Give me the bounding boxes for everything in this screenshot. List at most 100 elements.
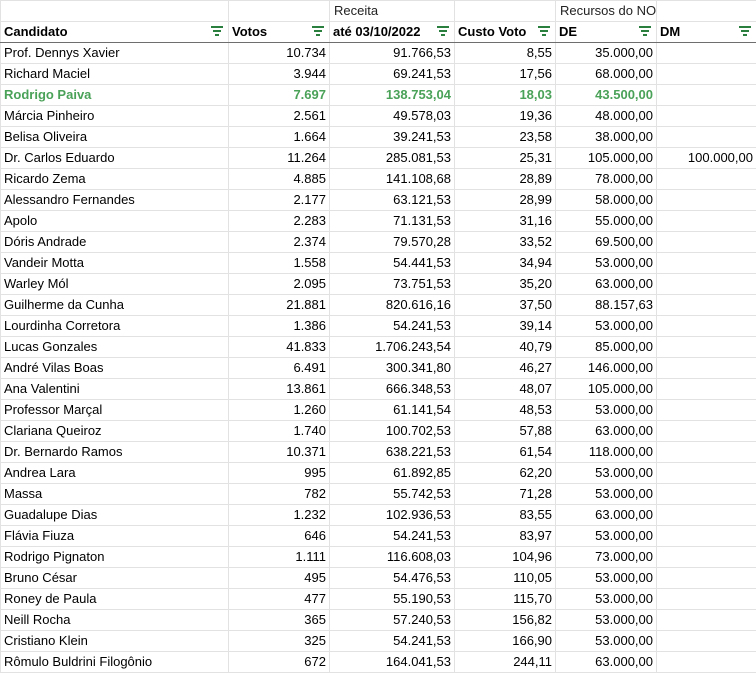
cell-candidato[interactable]: Rodrigo Pignaton <box>1 547 229 568</box>
cell-de[interactable]: 63.000,00 <box>556 421 657 442</box>
cell-votos[interactable]: 1.111 <box>229 547 330 568</box>
cell-votos[interactable]: 3.944 <box>229 64 330 85</box>
cell-candidato[interactable]: Cristiano Klein <box>1 631 229 652</box>
cell-de[interactable]: 53.000,00 <box>556 610 657 631</box>
cell-custo-voto[interactable]: 166,90 <box>455 631 556 652</box>
cell-receita[interactable]: 141.108,68 <box>330 169 455 190</box>
cell-votos[interactable]: 1.232 <box>229 505 330 526</box>
cell-votos[interactable]: 2.177 <box>229 190 330 211</box>
header-votos[interactable]: Votos <box>229 22 330 43</box>
cell-votos[interactable]: 477 <box>229 589 330 610</box>
cell-receita[interactable]: 73.751,53 <box>330 274 455 295</box>
cell-custo-voto[interactable]: 18,03 <box>455 85 556 106</box>
cell-candidato[interactable]: Ricardo Zema <box>1 169 229 190</box>
cell-votos[interactable]: 782 <box>229 484 330 505</box>
cell-custo-voto[interactable]: 156,82 <box>455 610 556 631</box>
cell-candidato[interactable]: Dr. Bernardo Ramos <box>1 442 229 463</box>
cell-de[interactable]: 85.000,00 <box>556 337 657 358</box>
header-dm[interactable]: DM <box>657 22 756 43</box>
cell-de[interactable]: 53.000,00 <box>556 484 657 505</box>
cell-dm[interactable] <box>657 652 756 673</box>
filter-icon[interactable] <box>537 26 551 38</box>
cell-dm[interactable] <box>657 358 756 379</box>
cell-receita[interactable]: 1.706.243,54 <box>330 337 455 358</box>
cell-de[interactable]: 55.000,00 <box>556 211 657 232</box>
cell-dm[interactable] <box>657 43 756 64</box>
cell-custo-voto[interactable]: 57,88 <box>455 421 556 442</box>
cell-receita[interactable]: 61.141,54 <box>330 400 455 421</box>
cell-votos[interactable]: 1.386 <box>229 316 330 337</box>
cell-de[interactable]: 53.000,00 <box>556 589 657 610</box>
cell-de[interactable]: 48.000,00 <box>556 106 657 127</box>
cell-votos[interactable]: 2.095 <box>229 274 330 295</box>
cell-candidato[interactable]: Professor Marçal <box>1 400 229 421</box>
cell-candidato[interactable]: Dóris Andrade <box>1 232 229 253</box>
cell-candidato[interactable]: Andrea Lara <box>1 463 229 484</box>
cell-receita[interactable]: 285.081,53 <box>330 148 455 169</box>
cell[interactable] <box>229 1 330 22</box>
header-de[interactable]: DE <box>556 22 657 43</box>
filter-icon[interactable] <box>210 26 224 38</box>
cell-custo-voto[interactable]: 62,20 <box>455 463 556 484</box>
cell-dm[interactable] <box>657 400 756 421</box>
filter-icon[interactable] <box>436 26 450 38</box>
cell-votos[interactable]: 325 <box>229 631 330 652</box>
group-header-receita[interactable]: Receita <box>330 1 455 22</box>
cell-votos[interactable]: 4.885 <box>229 169 330 190</box>
cell-receita[interactable]: 49.578,03 <box>330 106 455 127</box>
cell-receita[interactable]: 69.241,53 <box>330 64 455 85</box>
filter-icon[interactable] <box>638 26 652 38</box>
cell-receita[interactable]: 61.892,85 <box>330 463 455 484</box>
cell-receita[interactable]: 71.131,53 <box>330 211 455 232</box>
cell-custo-voto[interactable]: 31,16 <box>455 211 556 232</box>
cell-de[interactable]: 118.000,00 <box>556 442 657 463</box>
cell-votos[interactable]: 2.561 <box>229 106 330 127</box>
cell-receita[interactable]: 54.241,53 <box>330 526 455 547</box>
cell-receita[interactable]: 79.570,28 <box>330 232 455 253</box>
cell-custo-voto[interactable]: 34,94 <box>455 253 556 274</box>
cell-votos[interactable]: 11.264 <box>229 148 330 169</box>
cell-receita[interactable]: 102.936,53 <box>330 505 455 526</box>
cell-candidato[interactable]: Ana Valentini <box>1 379 229 400</box>
cell-dm[interactable] <box>657 85 756 106</box>
cell-candidato[interactable]: Massa <box>1 484 229 505</box>
cell-custo-voto[interactable]: 104,96 <box>455 547 556 568</box>
filter-icon[interactable] <box>311 26 325 38</box>
cell-receita[interactable]: 820.616,16 <box>330 295 455 316</box>
cell-votos[interactable]: 672 <box>229 652 330 673</box>
cell-votos[interactable]: 6.491 <box>229 358 330 379</box>
cell-custo-voto[interactable]: 37,50 <box>455 295 556 316</box>
cell-votos[interactable]: 646 <box>229 526 330 547</box>
cell-votos[interactable]: 1.558 <box>229 253 330 274</box>
cell-votos[interactable]: 2.374 <box>229 232 330 253</box>
cell-votos[interactable]: 1.260 <box>229 400 330 421</box>
cell-candidato[interactable]: Márcia Pinheiro <box>1 106 229 127</box>
cell-candidato[interactable]: Clariana Queiroz <box>1 421 229 442</box>
cell-candidato[interactable]: Rodrigo Paiva <box>1 85 229 106</box>
cell-custo-voto[interactable]: 83,97 <box>455 526 556 547</box>
cell-receita[interactable]: 666.348,53 <box>330 379 455 400</box>
cell-custo-voto[interactable]: 71,28 <box>455 484 556 505</box>
cell-dm[interactable]: 100.000,00 <box>657 148 756 169</box>
cell-custo-voto[interactable]: 48,53 <box>455 400 556 421</box>
cell-dm[interactable] <box>657 463 756 484</box>
cell-receita[interactable]: 300.341,80 <box>330 358 455 379</box>
cell-custo-voto[interactable]: 25,31 <box>455 148 556 169</box>
cell-dm[interactable] <box>657 64 756 85</box>
cell-de[interactable]: 43.500,00 <box>556 85 657 106</box>
cell-custo-voto[interactable]: 35,20 <box>455 274 556 295</box>
cell-de[interactable]: 53.000,00 <box>556 568 657 589</box>
cell-receita[interactable]: 164.041,53 <box>330 652 455 673</box>
cell-receita[interactable]: 116.608,03 <box>330 547 455 568</box>
cell-dm[interactable] <box>657 610 756 631</box>
cell-votos[interactable]: 10.371 <box>229 442 330 463</box>
cell-custo-voto[interactable]: 48,07 <box>455 379 556 400</box>
cell[interactable] <box>1 1 229 22</box>
header-receita[interactable]: até 03/10/2022 <box>330 22 455 43</box>
cell-de[interactable]: 53.000,00 <box>556 631 657 652</box>
cell-candidato[interactable]: Richard Maciel <box>1 64 229 85</box>
cell-receita[interactable]: 638.221,53 <box>330 442 455 463</box>
cell-dm[interactable] <box>657 274 756 295</box>
cell-candidato[interactable]: Dr. Carlos Eduardo <box>1 148 229 169</box>
cell-de[interactable]: 53.000,00 <box>556 316 657 337</box>
